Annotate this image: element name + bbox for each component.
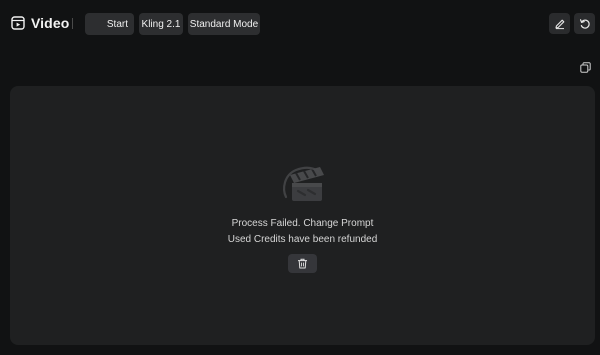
app-root: Video Start Kling 2.1 Standard Mode Proc… [0, 0, 600, 355]
trash-icon [298, 258, 307, 269]
error-message: Process Failed. Change Prompt [231, 218, 374, 229]
refund-message: Used Credits have been refunded [227, 234, 378, 245]
copy-button[interactable] [580, 62, 591, 73]
rotate-ccw-icon [579, 18, 590, 29]
reset-button[interactable] [574, 13, 595, 34]
copy-icon [580, 62, 591, 73]
video-square-icon [11, 16, 25, 30]
model-chip[interactable]: Kling 2.1 [139, 13, 183, 35]
header: Video Start Kling 2.1 Standard Mode [0, 0, 600, 48]
start-chip-label: Start [106, 18, 128, 30]
failed-video-icon [278, 161, 328, 207]
header-divider [72, 18, 73, 29]
mode-chip-label: Standard Mode [189, 18, 259, 30]
page-title: Video [31, 15, 70, 31]
delete-button[interactable] [288, 254, 317, 273]
edit-button[interactable] [549, 13, 570, 34]
pencil-icon [554, 19, 564, 29]
start-chip[interactable]: Start [85, 13, 134, 35]
page-title-group: Video [11, 13, 69, 33]
model-chip-label: Kling 2.1 [141, 18, 181, 30]
result-panel: Process Failed. Change Prompt Used Credi… [10, 86, 595, 345]
mode-chip[interactable]: Standard Mode [188, 13, 260, 35]
